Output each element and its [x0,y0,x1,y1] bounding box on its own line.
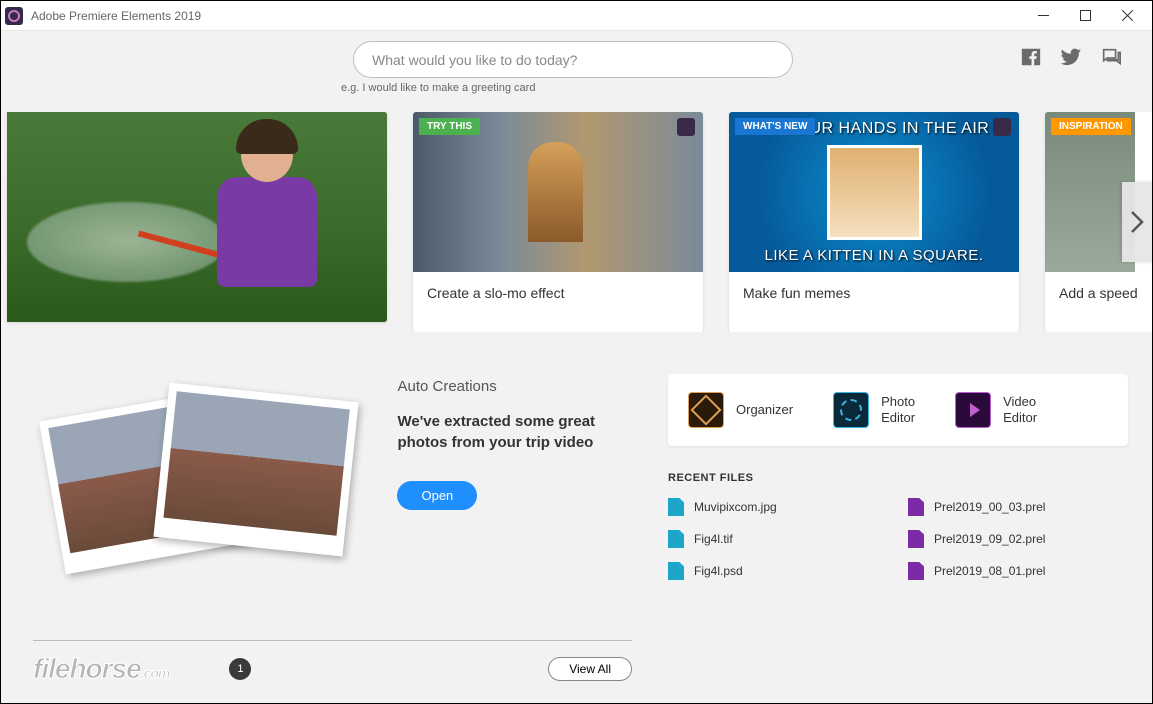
meme-bottom-text: LIKE A KITTEN IN A SQUARE. [765,247,984,264]
recent-files: RECENT FILES Muvipixcom.jpg Prel2019_00_… [668,472,1128,580]
search-wrap: What would you like to do today? [353,41,793,78]
premiere-icon [993,118,1011,136]
image-file-icon [668,530,684,548]
carousel: TRY THIS Create a slo-mo effect WHAT'S N… [1,112,1152,332]
file-name: Fig4l.psd [694,564,743,578]
prel-file-icon [908,498,924,516]
recent-file[interactable]: Prel2019_08_01.prel [908,562,1128,580]
close-button[interactable] [1106,2,1148,30]
auto-creations-heading: Auto Creations [397,378,648,395]
file-name: Prel2019_08_01.prel [934,564,1045,578]
card-memes[interactable]: WHAT'S NEW UT YOUR HANDS IN THE AIR LIKE… [729,112,1019,332]
social-icons [1020,46,1122,73]
card-speed-caption: Add a speed [1045,272,1152,314]
bottom-bar: filehorse.com 1 View All [33,640,632,685]
card-slomo[interactable]: TRY THIS Create a slo-mo effect [413,112,703,332]
search-example: e.g. I would like to make a greeting car… [341,82,1152,94]
card-slomo-image: TRY THIS [413,112,703,272]
organizer-icon [688,392,724,428]
search-placeholder: What would you like to do today? [372,52,577,68]
view-all-button[interactable]: View All [548,657,632,681]
prel-file-icon [908,562,924,580]
card-slomo-caption: Create a slo-mo effect [413,272,703,314]
lower-area: Auto Creations We've extracted some grea… [1,374,1152,604]
file-name: Fig4l.tif [694,532,733,546]
twitter-icon[interactable] [1060,46,1082,73]
recent-files-heading: RECENT FILES [668,472,1128,484]
hero-card[interactable] [7,112,387,322]
auto-creations-headline: We've extracted some great photos from y… [397,411,648,453]
watermark: filehorse.com [33,653,169,685]
titlebar: Adobe Premiere Elements 2019 [1,1,1152,31]
photo-editor-icon [833,392,869,428]
right-column: Organizer Photo Editor Video Editor RECE… [668,374,1128,604]
organizer-button[interactable]: Organizer [688,392,793,428]
photo-editor-label: Photo Editor [881,394,915,425]
maximize-button[interactable] [1064,2,1106,30]
polaroid-photo-2 [153,382,358,556]
recent-file[interactable]: Fig4l.psd [668,562,888,580]
premiere-icon [677,118,695,136]
video-editor-icon [955,392,991,428]
minimize-button[interactable] [1022,2,1064,30]
header-row: What would you like to do today? [1,31,1152,80]
file-name: Prel2019_00_03.prel [934,500,1045,514]
organizer-label: Organizer [736,402,793,418]
try-this-tag: TRY THIS [419,118,480,135]
app-icon [5,7,23,25]
recent-files-grid: Muvipixcom.jpg Prel2019_00_03.prel Fig4l… [668,498,1128,580]
recent-file[interactable]: Muvipixcom.jpg [668,498,888,516]
recent-file[interactable]: Prel2019_09_02.prel [908,530,1128,548]
video-editor-button[interactable]: Video Editor [955,392,1037,428]
prel-file-icon [908,530,924,548]
auto-creations-text: Auto Creations We've extracted some grea… [397,374,648,604]
carousel-next-button[interactable] [1122,182,1152,262]
recent-file[interactable]: Fig4l.tif [668,530,888,548]
recent-file[interactable]: Prel2019_00_03.prel [908,498,1128,516]
facebook-icon[interactable] [1020,46,1042,73]
image-file-icon [668,498,684,516]
editors-panel: Organizer Photo Editor Video Editor [668,374,1128,446]
photo-editor-button[interactable]: Photo Editor [833,392,915,428]
open-button[interactable]: Open [397,481,477,510]
search-input[interactable]: What would you like to do today? [353,41,793,78]
inspiration-tag: INSPIRATION [1051,118,1131,135]
video-editor-label: Video Editor [1003,394,1037,425]
image-file-icon [668,562,684,580]
file-name: Muvipixcom.jpg [694,500,777,514]
auto-creations-thumbs [41,374,397,604]
meme-kitten-image [827,145,922,240]
whats-new-tag: WHAT'S NEW [735,118,815,135]
chat-icon[interactable] [1100,46,1122,73]
file-name: Prel2019_09_02.prel [934,532,1045,546]
page-indicator[interactable]: 1 [229,658,251,680]
card-memes-image: WHAT'S NEW UT YOUR HANDS IN THE AIR LIKE… [729,112,1019,272]
app-title: Adobe Premiere Elements 2019 [31,9,201,23]
card-memes-caption: Make fun memes [729,272,1019,314]
